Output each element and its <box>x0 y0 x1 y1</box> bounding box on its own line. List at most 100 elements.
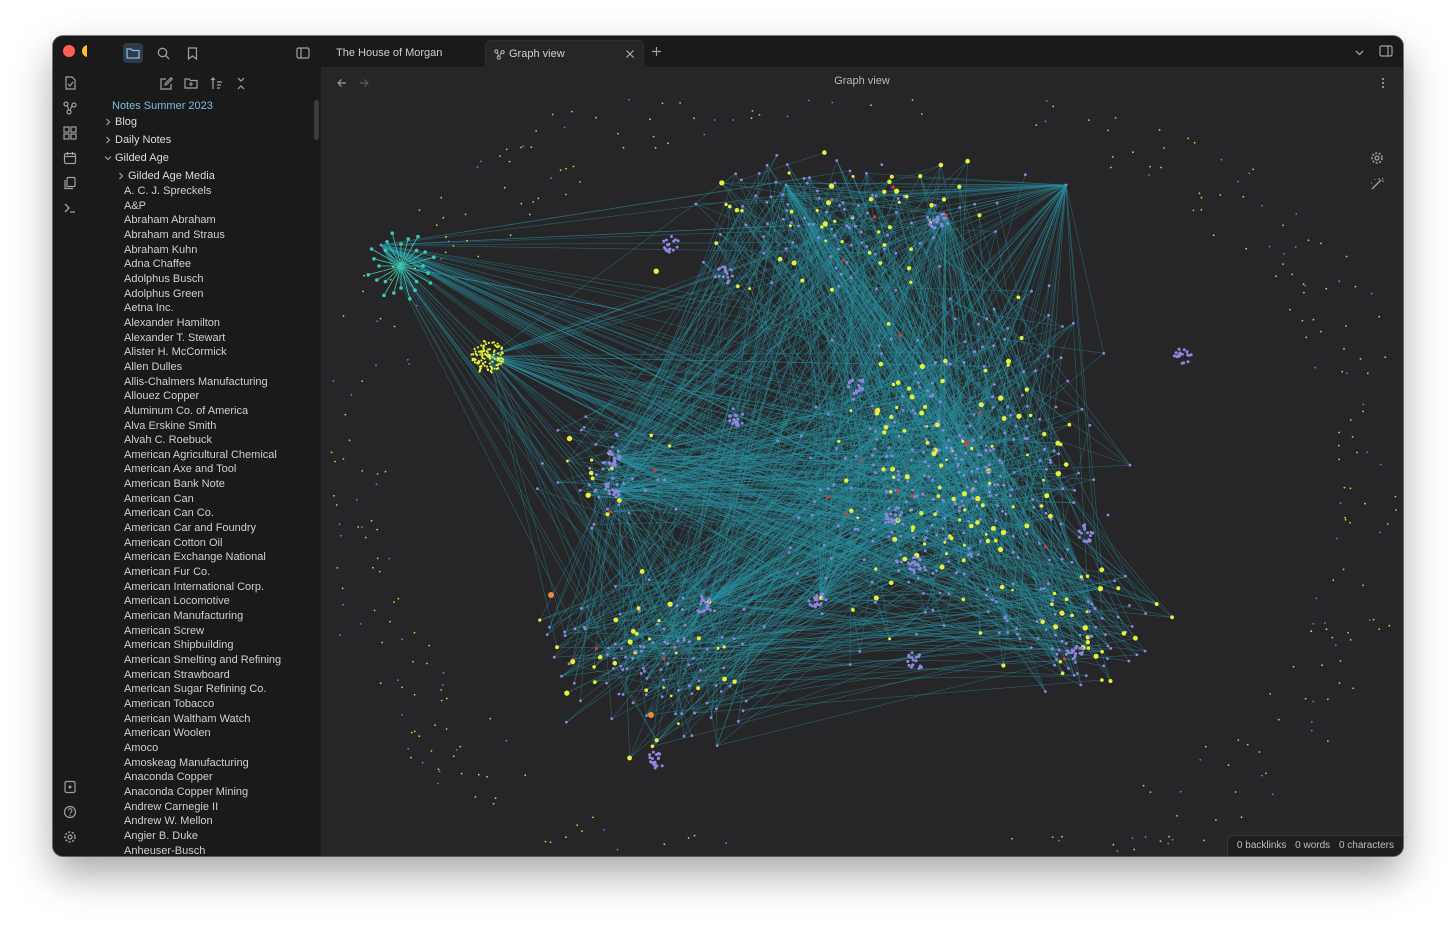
character-count: 0 characters <box>1338 840 1394 851</box>
animate-graph-icon[interactable] <box>1369 176 1385 192</box>
open-note-icon[interactable] <box>62 75 78 91</box>
close-icon[interactable] <box>625 49 635 59</box>
file-item[interactable]: Anaconda Copper Mining <box>124 785 281 800</box>
sidebar-scrollbar[interactable] <box>314 100 319 140</box>
file-item[interactable]: Adna Chaffee <box>124 257 281 272</box>
folder-label: Gilded Age <box>115 152 169 164</box>
file-item[interactable]: American Car and Foundry <box>124 521 281 536</box>
sort-icon[interactable] <box>208 75 224 91</box>
file-item[interactable]: American Waltham Watch <box>124 712 281 727</box>
graph-icon <box>494 49 505 60</box>
vault-switch-icon[interactable] <box>62 779 78 795</box>
pane-title: Graph view <box>834 75 890 87</box>
backlinks-count[interactable]: 0 backlinks <box>1237 840 1286 851</box>
file-item[interactable]: American Sugar Refining Co. <box>124 682 281 697</box>
help-icon[interactable] <box>62 804 78 820</box>
file-item[interactable]: American Fur Co. <box>124 565 281 580</box>
vault-name[interactable]: Notes Summer 2023 <box>112 100 213 112</box>
file-item[interactable]: American Manufacturing <box>124 609 281 624</box>
new-folder-icon[interactable] <box>183 75 199 91</box>
file-item[interactable]: Allen Dulles <box>124 360 281 375</box>
chevron-right-icon <box>119 172 124 180</box>
files-icon[interactable] <box>123 43 143 63</box>
file-item[interactable]: A&P <box>124 199 281 214</box>
file-explorer-sidebar: Notes Summer 2023 Blog Daily Notes Gilde… <box>87 36 322 856</box>
file-item[interactable]: Abraham Kuhn <box>124 243 281 258</box>
file-item[interactable]: Abraham and Straus <box>124 228 281 243</box>
graph-edges <box>368 152 1173 759</box>
left-ribbon <box>53 36 113 856</box>
graph-icon[interactable] <box>62 100 78 116</box>
file-item[interactable]: Abraham Abraham <box>124 213 281 228</box>
tab-the-house-of-morgan[interactable]: The House of Morgan <box>336 40 481 67</box>
file-item[interactable]: Anheuser-Busch <box>124 844 281 856</box>
app-window: Notes Summer 2023 Blog Daily Notes Gilde… <box>53 36 1403 856</box>
tab-bar: The House of Morgan Graph view <box>321 36 1403 68</box>
folder-label: Blog <box>115 116 138 128</box>
file-item[interactable]: Anaconda Copper <box>124 770 281 785</box>
chevron-right-icon <box>106 136 111 144</box>
status-bar: 0 backlinks 0 words 0 characters <box>1226 835 1403 856</box>
file-item[interactable]: Alvah C. Roebuck <box>124 433 281 448</box>
file-item[interactable]: American Shipbuilding <box>124 638 281 653</box>
file-item[interactable]: Angier B. Duke <box>124 829 281 844</box>
file-item[interactable]: Alva Erskine Smith <box>124 419 281 434</box>
folder-label: Daily Notes <box>115 134 172 146</box>
file-item[interactable]: Andrew Carnegie II <box>124 800 281 815</box>
more-options-icon[interactable] <box>1381 77 1385 89</box>
file-item[interactable]: American Strawboard <box>124 668 281 683</box>
file-item[interactable]: Alexander T. Stewart <box>124 331 281 346</box>
file-list: A. C. J. Spreckels A&P Abraham Abraham Abra… <box>124 184 281 856</box>
tab-graph-view[interactable]: Graph view <box>485 40 644 68</box>
chevron-down-icon <box>104 156 112 161</box>
search-icon[interactable] <box>153 43 173 63</box>
word-count: 0 words <box>1295 840 1331 851</box>
file-item[interactable]: American Agricultural Chemical <box>124 448 281 463</box>
new-tab-icon[interactable] <box>651 46 662 57</box>
graph-settings-icon[interactable] <box>1369 150 1385 166</box>
folder-gilded-age[interactable]: Gilded Age <box>103 151 169 165</box>
graph-canvas[interactable] <box>321 95 1403 856</box>
canvas-icon[interactable] <box>62 125 78 141</box>
file-item[interactable]: Amoskeag Manufacturing <box>124 756 281 771</box>
file-item[interactable]: Aetna Inc. <box>124 301 281 316</box>
file-item[interactable]: Adolphus Green <box>124 287 281 302</box>
file-item[interactable]: American Cotton Oil <box>124 536 281 551</box>
folder-blog[interactable]: Blog <box>103 115 137 129</box>
file-item[interactable]: American Screw <box>124 624 281 639</box>
folder-label: Gilded Age Media <box>128 170 215 182</box>
bookmark-icon[interactable] <box>182 43 202 63</box>
folder-gilded-age-media[interactable]: Gilded Age Media <box>116 169 215 183</box>
file-item[interactable]: American Smelting and Refining <box>124 653 281 668</box>
right-sidebar-toggle-icon[interactable] <box>1379 45 1393 57</box>
settings-icon[interactable] <box>62 829 78 845</box>
file-item[interactable]: Andrew W. Mellon <box>124 814 281 829</box>
file-item[interactable]: American International Corp. <box>124 580 281 595</box>
file-item[interactable]: Aluminum Co. of America <box>124 404 281 419</box>
file-item[interactable]: American Bank Note <box>124 477 281 492</box>
file-item[interactable]: American Can Co. <box>124 506 281 521</box>
copy-icon[interactable] <box>62 175 78 191</box>
chevron-down-icon[interactable] <box>1354 47 1365 58</box>
calendar-icon[interactable] <box>62 150 78 166</box>
file-item[interactable]: Allouez Copper <box>124 389 281 404</box>
file-item[interactable]: A. C. J. Spreckels <box>124 184 281 199</box>
close-window-button[interactable] <box>63 45 75 57</box>
file-item[interactable]: American Exchange National <box>124 550 281 565</box>
folder-daily-notes[interactable]: Daily Notes <box>103 133 171 147</box>
file-item[interactable]: Allis-Chalmers Manufacturing <box>124 375 281 390</box>
file-item[interactable]: American Woolen <box>124 726 281 741</box>
file-item[interactable]: American Axe and Tool <box>124 462 281 477</box>
new-note-icon[interactable] <box>158 75 174 91</box>
file-item[interactable]: Adolphus Busch <box>124 272 281 287</box>
file-item[interactable]: Alister H. McCormick <box>124 345 281 360</box>
sidebar-toggle-icon[interactable] <box>293 43 313 63</box>
file-item[interactable]: American Locomotive <box>124 594 281 609</box>
collapse-all-icon[interactable] <box>233 75 249 91</box>
tab-label: Graph view <box>509 48 565 60</box>
file-item[interactable]: Alexander Hamilton <box>124 316 281 331</box>
terminal-icon[interactable] <box>62 200 78 216</box>
file-item[interactable]: Amoco <box>124 741 281 756</box>
file-item[interactable]: American Can <box>124 492 281 507</box>
file-item[interactable]: American Tobacco <box>124 697 281 712</box>
